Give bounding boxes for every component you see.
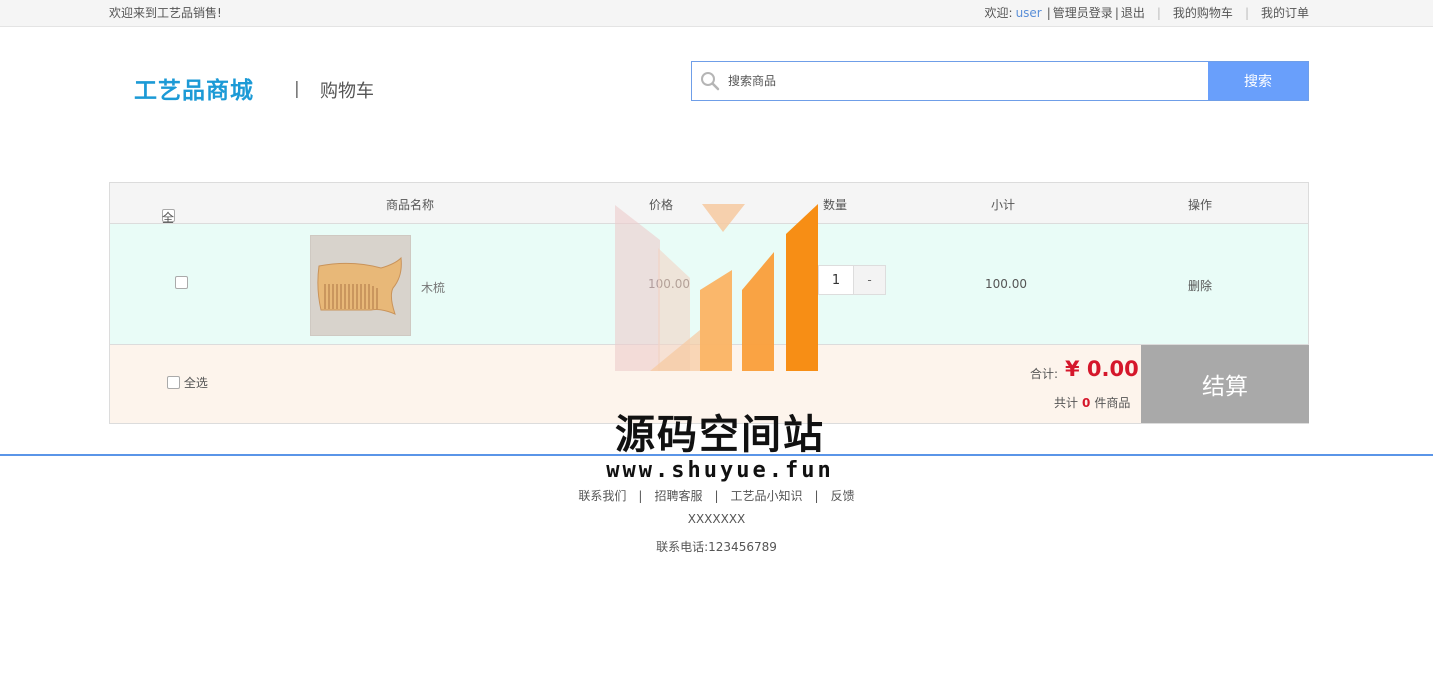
page-title: 购物车: [320, 81, 374, 102]
total-amount: ¥ 0.00: [1065, 357, 1139, 381]
item-checkbox[interactable]: [175, 276, 188, 289]
search-icon: [692, 62, 728, 100]
column-header-subtotal: 小计: [991, 198, 1016, 212]
checkout-button[interactable]: 结算: [1141, 345, 1309, 423]
greeting-label: 欢迎:: [984, 6, 1013, 20]
watermark-url: www.shuyue.fun: [606, 458, 834, 483]
divider: |: [814, 489, 819, 503]
cart-header-row: 全选 商品名称 价格 数量 小计 操作: [110, 183, 1308, 242]
footer-link-contact[interactable]: 联系我们: [578, 489, 626, 503]
username-link[interactable]: user: [1016, 6, 1042, 20]
divider: |: [1114, 5, 1119, 20]
total-label: 合计:: [1030, 367, 1059, 381]
my-orders-link[interactable]: 我的订单: [1261, 4, 1309, 21]
search-button[interactable]: 搜索: [1208, 62, 1308, 100]
site-logo[interactable]: 工艺品商城: [134, 71, 254, 105]
footer-select-all-checkbox[interactable]: [167, 376, 180, 389]
cart-table: 全选 商品名称 价格 数量 小计 操作 木梳 100.00: [109, 182, 1309, 424]
footer-links: 联系我们 | 招聘客服 | 工艺品小知识 | 反馈: [0, 487, 1433, 504]
item-count-prefix: 共计: [1054, 396, 1079, 410]
column-header-price: 价格: [649, 198, 674, 212]
product-image[interactable]: [310, 235, 411, 336]
item-count: 共计 0 件商品: [1054, 394, 1130, 411]
welcome-text: 欢迎来到工艺品销售!: [109, 6, 222, 20]
column-header-action: 操作: [1188, 198, 1213, 212]
divider: |: [638, 489, 643, 503]
column-header-name: 商品名称: [386, 198, 435, 212]
item-count-suffix: 件商品: [1094, 396, 1131, 410]
item-count-value: 0: [1082, 396, 1091, 410]
divider: |: [1244, 5, 1249, 20]
footer-phone: 联系电话:123456789: [656, 540, 777, 554]
top-bar-user-links: 欢迎: user | 管理员登录 | 退出 | 我的购物车 | 我的订单: [985, 4, 1309, 21]
column-header-quantity: 数量: [823, 198, 848, 212]
product-price: 100.00: [648, 277, 690, 291]
footer-link-jobs[interactable]: 招聘客服: [654, 489, 702, 503]
delete-item-link[interactable]: 删除: [1188, 277, 1212, 294]
cart-footer: 全选 合计: ¥ 0.00 共计 0 件商品 结算: [110, 345, 1309, 423]
admin-login-link[interactable]: 管理员登录: [1053, 4, 1113, 21]
search-input[interactable]: [728, 62, 1208, 100]
footer-select-all[interactable]: 全选: [167, 374, 208, 391]
footer-link-feedback[interactable]: 反馈: [831, 489, 855, 503]
divider: |: [1156, 5, 1161, 20]
footer-divider: [0, 454, 1433, 456]
quantity-input[interactable]: [819, 266, 853, 294]
divider: |: [714, 489, 719, 503]
divider: |: [1046, 5, 1051, 20]
footer-address: XXXXXXX: [687, 512, 746, 526]
top-bar: 欢迎来到工艺品销售! 欢迎: user | 管理员登录 | 退出 | 我的购物车…: [0, 0, 1433, 27]
footer-link-knowledge[interactable]: 工艺品小知识: [731, 489, 803, 503]
my-cart-link[interactable]: 我的购物车: [1173, 4, 1233, 21]
product-name[interactable]: 木梳: [421, 279, 445, 296]
table-row: 木梳 100.00 - 100.00 删除: [110, 224, 1308, 345]
logout-link[interactable]: 退出: [1121, 4, 1145, 21]
search-bar: 搜索: [691, 61, 1309, 101]
item-subtotal: 100.00: [985, 277, 1027, 291]
divider: |: [294, 79, 300, 99]
decrease-quantity-button[interactable]: -: [853, 266, 885, 294]
quantity-stepper: -: [818, 265, 886, 295]
footer-select-all-label: 全选: [183, 376, 208, 390]
header: 工艺品商城 | 购物车 搜索: [0, 27, 1433, 147]
